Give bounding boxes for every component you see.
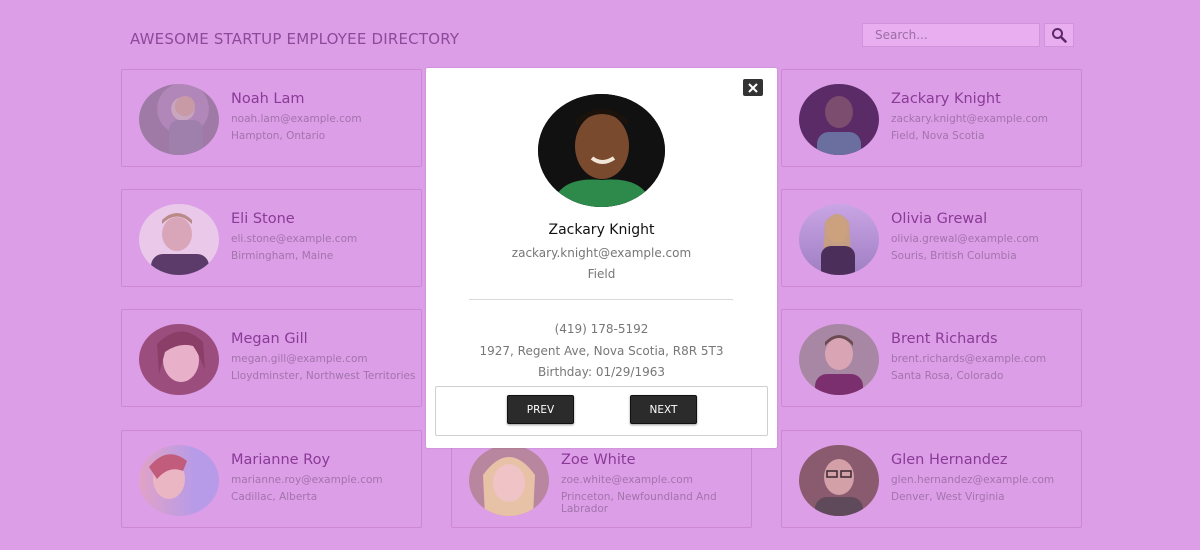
employee-card[interactable]: Olivia Grewal olivia.grewal@example.com … bbox=[781, 189, 1082, 287]
modal-birthday: Birthday: 01/29/1963 bbox=[537, 365, 666, 379]
search-icon bbox=[1052, 28, 1067, 43]
avatar bbox=[799, 324, 879, 395]
employee-location: Cadillac, Alberta bbox=[231, 491, 318, 503]
avatar bbox=[139, 84, 219, 155]
employee-card[interactable]: Brent Richards brent.richards@example.co… bbox=[781, 309, 1082, 407]
avatar bbox=[469, 445, 549, 516]
employee-email: zackary.knight@example.com bbox=[891, 113, 1048, 125]
employee-name: Brent Richards bbox=[891, 331, 998, 347]
employee-location: Denver, West Virginia bbox=[891, 491, 1005, 503]
search-input[interactable] bbox=[862, 23, 1040, 47]
employee-email: zoe.white@example.com bbox=[561, 474, 693, 486]
employee-name: Eli Stone bbox=[231, 211, 295, 227]
employee-card[interactable]: Glen Hernandez glen.hernandez@example.co… bbox=[781, 430, 1082, 528]
employee-location: Santa Rosa, Colorado bbox=[891, 370, 1004, 382]
employee-card[interactable]: Zackary Knight zackary.knight@example.co… bbox=[781, 69, 1082, 167]
employee-location: Lloydminster, Northwest Territories bbox=[231, 370, 416, 382]
employee-name: Marianne Roy bbox=[231, 452, 331, 468]
page-title: AWESOME STARTUP EMPLOYEE DIRECTORY bbox=[130, 30, 460, 48]
avatar bbox=[139, 324, 219, 395]
employee-location: Birmingham, Maine bbox=[231, 250, 334, 262]
employee-name: Olivia Grewal bbox=[891, 211, 988, 227]
employee-card[interactable]: Noah Lam noah.lam@example.com Hampton, O… bbox=[121, 69, 422, 167]
employee-email: olivia.grewal@example.com bbox=[891, 233, 1039, 245]
avatar bbox=[139, 445, 219, 516]
employee-name: Zoe White bbox=[561, 452, 636, 468]
employee-location: Hampton, Ontario bbox=[231, 130, 326, 142]
modal-name: Zackary Knight bbox=[548, 222, 655, 238]
avatar bbox=[799, 204, 879, 275]
avatar bbox=[799, 84, 879, 155]
employee-email: noah.lam@example.com bbox=[231, 113, 362, 125]
employee-card[interactable]: Eli Stone eli.stone@example.com Birmingh… bbox=[121, 189, 422, 287]
employee-location: Souris, British Columbia bbox=[891, 250, 1017, 262]
employee-card[interactable]: Megan Gill megan.gill@example.com Lloydm… bbox=[121, 309, 422, 407]
employee-name: Megan Gill bbox=[231, 331, 308, 347]
employee-email: megan.gill@example.com bbox=[231, 353, 368, 365]
employee-email: eli.stone@example.com bbox=[231, 233, 358, 245]
employee-email: glen.hernandez@example.com bbox=[891, 474, 1055, 486]
employee-location: Field, Nova Scotia bbox=[891, 130, 985, 142]
modal-city: Field bbox=[587, 267, 616, 281]
modal-phone: (419) 178-5192 bbox=[554, 322, 649, 336]
avatar bbox=[139, 204, 219, 275]
avatar bbox=[799, 445, 879, 516]
employee-name: Noah Lam bbox=[231, 91, 305, 107]
employee-location: Princeton, Newfoundland And Labrador bbox=[561, 491, 717, 515]
next-button[interactable]: NEXT bbox=[630, 395, 697, 424]
prev-button[interactable]: PREV bbox=[507, 395, 574, 424]
search-button[interactable] bbox=[1044, 23, 1074, 47]
employee-name: Zackary Knight bbox=[891, 91, 1001, 107]
employee-card[interactable]: Marianne Roy marianne.roy@example.com Ca… bbox=[121, 430, 422, 528]
close-icon bbox=[748, 82, 758, 93]
employee-email: marianne.roy@example.com bbox=[231, 474, 383, 486]
employee-name: Glen Hernandez bbox=[891, 452, 1008, 468]
modal-email: zackary.knight@example.com bbox=[511, 246, 692, 260]
employee-email: brent.richards@example.com bbox=[891, 353, 1047, 365]
modal-navigation: PREV NEXT bbox=[435, 386, 768, 436]
employee-modal: Zackary Knight zackary.knight@example.co… bbox=[426, 68, 777, 448]
close-button[interactable] bbox=[743, 79, 763, 96]
modal-avatar bbox=[538, 94, 665, 207]
divider bbox=[469, 299, 733, 300]
modal-address: 1927, Regent Ave, Nova Scotia, R8R 5T3 bbox=[479, 344, 724, 358]
